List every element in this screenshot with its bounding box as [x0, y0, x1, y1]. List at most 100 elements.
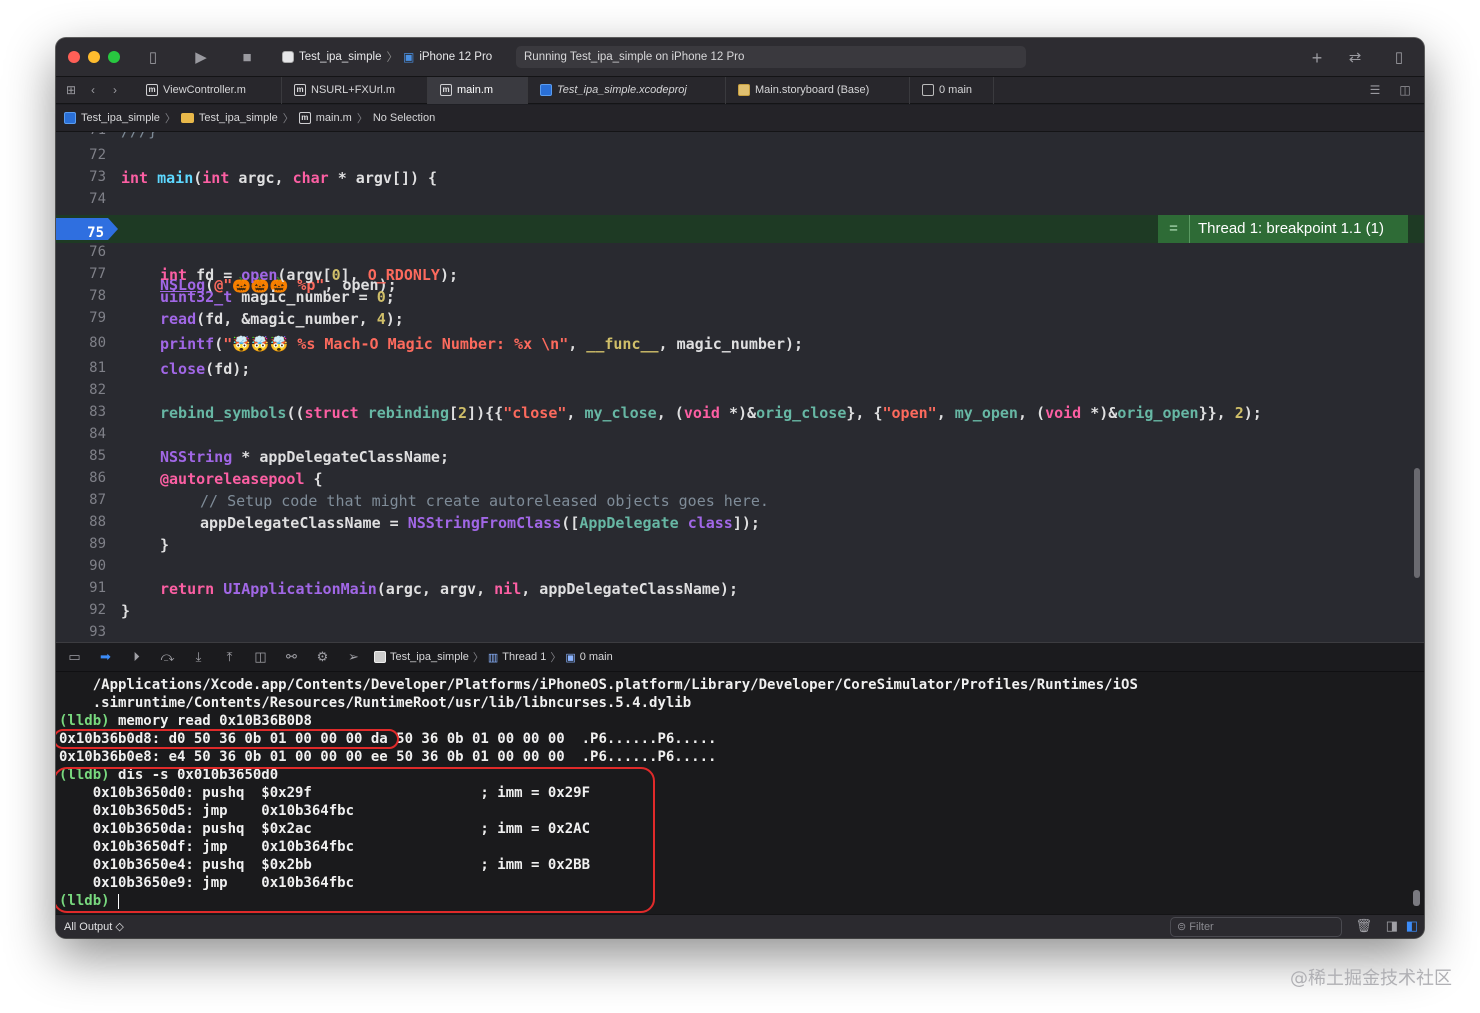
grid-icon[interactable]: ⊞ — [60, 83, 82, 97]
step-into-icon[interactable]: ⤓ — [188, 649, 209, 665]
code-line: 80 printf("🤯🤯🤯 %s Mach-O Magic Number: %x… — [56, 335, 1424, 357]
forward-icon[interactable]: › — [104, 83, 126, 97]
activity-status: Running Test_ipa_simple on iPhone 12 Pro — [516, 46, 1026, 68]
debug-thread[interactable]: Thread 1 — [502, 651, 546, 663]
m-file-icon: m — [294, 84, 306, 96]
tab-viewcontroller[interactable]: m ViewController.m — [134, 76, 282, 104]
line-number: 86 — [89, 470, 106, 486]
run-icon[interactable]: ▶ — [190, 48, 212, 66]
breadcrumb-group[interactable]: Test_ipa_simple — [199, 112, 278, 124]
line-number: 93 — [89, 624, 106, 640]
variables-view-icon[interactable]: ◨ — [1386, 918, 1398, 934]
trash-icon[interactable]: 🗑 — [1355, 918, 1372, 934]
annotation-highlight-oval — [56, 729, 399, 749]
console-output[interactable]: /Applications/Xcode.app/Contents/Develop… — [56, 672, 1424, 914]
console-line: 0x10b36b0e8: e4 50 36 0b 01 00 00 00 ee … — [59, 749, 717, 765]
app-icon — [282, 51, 294, 63]
tab-xcodeproj[interactable]: Test_ipa_simple.xcodeproj — [528, 76, 726, 104]
line-number: 73 — [89, 169, 106, 185]
stop-icon[interactable]: ■ — [236, 49, 258, 66]
debug-frame[interactable]: 0 main — [580, 651, 613, 663]
debug-bar: ▭ ➡ ⏵ ⤼ ⤓ ⤒ ◫ ⚯ ⚙ ➢ Test_ipa_simple 〉 ▥ … — [56, 642, 1424, 672]
simulate-location-icon[interactable]: ➢ — [343, 649, 364, 665]
minimize-window-button[interactable] — [88, 51, 100, 63]
thread-badge-label: Thread 1: breakpoint 1.1 (1) — [1198, 220, 1384, 237]
line-number: 83 — [89, 404, 106, 420]
tab-bar: ⊞ ‹ › m ViewController.m m NSURL+FXUrl.m… — [56, 76, 1424, 104]
breadcrumb-file[interactable]: main.m — [316, 112, 352, 124]
filter-icon: ⊜ — [1177, 921, 1187, 933]
tab-label: ViewController.m — [163, 84, 246, 96]
scheme-selector[interactable]: Test_ipa_simple 〉 ▣ iPhone 12 Pro — [282, 49, 492, 65]
annotation-highlight-box — [56, 767, 655, 913]
storyboard-icon — [738, 84, 750, 96]
step-out-icon[interactable]: ⤒ — [219, 649, 240, 665]
editor-options-icon[interactable]: ☰ — [1364, 83, 1386, 97]
code-review-icon[interactable]: ⇄ — [1344, 48, 1366, 66]
line-number: 72 — [89, 147, 106, 163]
window-controls — [68, 51, 120, 63]
console-scrollbar[interactable] — [1413, 890, 1420, 906]
hide-debug-area-icon[interactable]: ▭ — [64, 649, 85, 665]
breadcrumb-project[interactable]: Test_ipa_simple — [81, 112, 160, 124]
back-icon[interactable]: ‹ — [82, 83, 104, 97]
tab-main[interactable]: m main.m — [428, 76, 528, 104]
code-line: 76 — [56, 244, 1424, 266]
code-line: 79 read(fd, &magic_number, 4); — [56, 310, 1424, 332]
breakpoint-indicator[interactable]: 75 — [56, 218, 118, 240]
debug-breadcrumb: Test_ipa_simple 〉 ▥ Thread 1 〉 ▣ 0 main — [374, 649, 613, 665]
tab-label: 0 main — [939, 84, 973, 96]
breadcrumb-selection[interactable]: No Selection — [373, 112, 435, 124]
toolbar: ▯ ▶ ■ Test_ipa_simple 〉 ▣ iPhone 12 Pro … — [56, 38, 1424, 76]
split-editor-icon[interactable]: ◫ — [1394, 83, 1416, 97]
xcode-window: ▯ ▶ ■ Test_ipa_simple 〉 ▣ iPhone 12 Pro … — [56, 38, 1424, 938]
tab-storyboard[interactable]: Main.storyboard (Base) — [726, 76, 910, 104]
code-line: 84 — [56, 426, 1424, 448]
scheme-device: iPhone 12 Pro — [419, 51, 493, 63]
tab-nsurl[interactable]: m NSURL+FXUrl.m — [282, 76, 428, 104]
navigator-toggle-icon[interactable]: ▯ — [142, 48, 164, 66]
tab-frame[interactable]: 0 main — [910, 76, 994, 104]
console-view-icon[interactable]: ◧ — [1406, 918, 1418, 934]
thread-icon: ▥ — [487, 651, 499, 664]
line-number: 91 — [89, 580, 106, 596]
view-hierarchy-icon[interactable]: ◫ — [250, 649, 271, 665]
memory-graph-icon[interactable]: ⚯ — [281, 649, 302, 665]
line-number: 85 — [89, 448, 106, 464]
scheme-target: Test_ipa_simple — [299, 51, 382, 63]
filter-input[interactable]: ⊜ Filter — [1170, 917, 1342, 937]
editor-scrollbar[interactable] — [1414, 468, 1420, 578]
step-over-icon[interactable]: ⤼ — [157, 649, 178, 665]
line-number: 89 — [89, 536, 106, 552]
chevron-right-icon: 〉 — [282, 113, 294, 125]
current-line: 75 NSLog(@"🎃🎃🎃 %p", open); = Thread 1: br… — [56, 215, 1424, 294]
xcodeproj-icon — [64, 112, 76, 124]
code-line: 86 @autoreleasepool { — [56, 470, 1424, 492]
equals-icon: = — [1158, 215, 1190, 243]
app-icon — [374, 651, 386, 663]
filter-placeholder: Filter — [1189, 921, 1214, 933]
code-line: 77 int fd = open(argv[0], O_RDONLY); — [56, 266, 1424, 288]
m-file-icon: m — [440, 84, 452, 96]
line-number: 84 — [89, 426, 106, 442]
output-selector[interactable]: All Output ◇ — [64, 920, 124, 933]
line-number: 79 — [89, 310, 106, 326]
add-icon[interactable]: + — [1306, 48, 1328, 69]
environment-overrides-icon[interactable]: ⚙ — [312, 649, 333, 665]
source-editor[interactable]: 71///} 72 73int main(int argc, char * ar… — [56, 132, 1424, 642]
close-window-button[interactable] — [68, 51, 80, 63]
code-line: 90 — [56, 558, 1424, 580]
code-line: 73 int main(int argc, char * argv[]) { — [56, 169, 1424, 191]
breakpoints-toggle-icon[interactable]: ➡ — [95, 649, 116, 665]
watermark: @稀土掘金技术社区 — [1290, 968, 1452, 989]
continue-icon[interactable]: ⏵ — [126, 649, 147, 665]
lldb-prompt: (lldb) — [59, 713, 110, 729]
stack-frame-icon — [922, 84, 934, 96]
zoom-window-button[interactable] — [108, 51, 120, 63]
code-line: 93 — [56, 624, 1424, 642]
line-number: 87 — [89, 492, 106, 508]
line-number: 77 — [89, 266, 106, 282]
inspector-toggle-icon[interactable]: ▯ — [1388, 48, 1410, 66]
debug-process[interactable]: Test_ipa_simple — [390, 651, 469, 663]
thread-badge[interactable]: = Thread 1: breakpoint 1.1 (1) — [1158, 215, 1408, 243]
